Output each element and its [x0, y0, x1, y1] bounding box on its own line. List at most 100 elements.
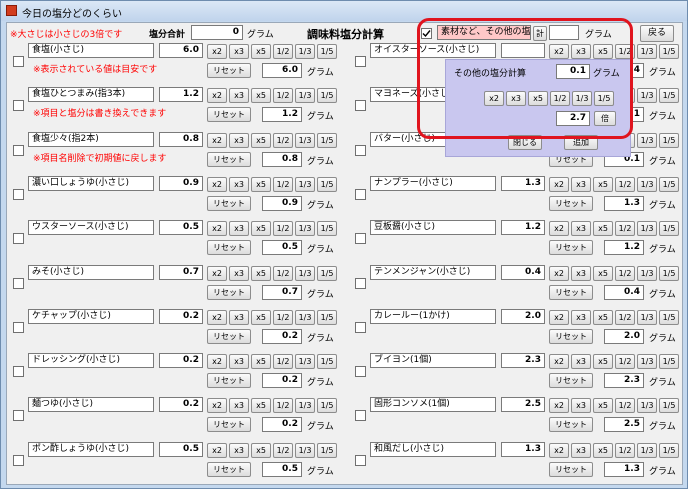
multiplier-button[interactable]: 1/2: [615, 354, 635, 370]
multiplier-button[interactable]: x2: [207, 265, 227, 281]
multiplier-button[interactable]: x2: [207, 221, 227, 237]
right-item-value-field[interactable]: 0.4: [501, 264, 545, 280]
right-item-value-field[interactable]: 2.3: [501, 353, 545, 369]
multiplier-button[interactable]: 1/5: [317, 88, 337, 104]
multiplier-button[interactable]: x5: [251, 442, 271, 458]
multiplier-button[interactable]: x5: [593, 176, 613, 192]
multiplier-button[interactable]: 1/3: [637, 44, 657, 59]
multiplier-button[interactable]: 1/3: [637, 221, 657, 237]
multiplier-button[interactable]: 1/5: [317, 44, 337, 59]
left-item-name-field[interactable]: 食塩少々(指2本): [28, 131, 154, 147]
multiplier-button[interactable]: x5: [593, 309, 613, 325]
left-reset-button[interactable]: リセット: [207, 461, 251, 477]
right-item-checkbox[interactable]: [355, 366, 366, 378]
left-reset-button[interactable]: リセット: [207, 63, 251, 78]
right-reset-button[interactable]: リセット: [549, 284, 593, 300]
multiplier-button[interactable]: 1/5: [317, 398, 337, 414]
multiplier-button[interactable]: 1/3: [295, 176, 315, 192]
multiplier-button[interactable]: 1/2: [273, 88, 293, 104]
left-reset-button[interactable]: リセット: [207, 107, 251, 123]
left-item-value-field[interactable]: 6.0: [159, 43, 203, 58]
left-reset-button[interactable]: リセット: [207, 195, 251, 211]
multiplier-button[interactable]: 1/2: [615, 176, 635, 192]
left-item-checkbox[interactable]: [13, 410, 24, 422]
multiplier-button[interactable]: x3: [229, 265, 249, 281]
left-item-name-field[interactable]: ケチャップ(小さじ): [28, 308, 154, 324]
multiplier-button[interactable]: x3: [571, 265, 591, 281]
multiplier-button[interactable]: 1/5: [317, 265, 337, 281]
multiplier-button[interactable]: 1/3: [637, 176, 657, 192]
multiplier-button[interactable]: 1/5: [659, 221, 679, 237]
multiplier-button[interactable]: x3: [229, 44, 249, 59]
left-item-checkbox[interactable]: [13, 321, 24, 333]
multiplier-button[interactable]: x2: [549, 221, 569, 237]
multiplier-button[interactable]: 1/2: [273, 44, 293, 59]
left-item-value-field[interactable]: 0.2: [159, 397, 203, 413]
back-button[interactable]: 戻る: [640, 25, 674, 42]
right-item-checkbox[interactable]: [355, 56, 366, 67]
multiplier-button[interactable]: x5: [251, 265, 271, 281]
multiplier-button[interactable]: x2: [549, 176, 569, 192]
multiplier-button[interactable]: x2: [207, 309, 227, 325]
left-item-value-field[interactable]: 0.2: [159, 308, 203, 324]
multiplier-button[interactable]: 1/3: [295, 442, 315, 458]
left-item-name-field[interactable]: 食塩(小さじ): [28, 43, 154, 58]
multiplier-button[interactable]: 1/5: [659, 265, 679, 281]
right-item-name-field[interactable]: 固形コンソメ(1個): [370, 397, 496, 413]
multiplier-button[interactable]: 1/2: [273, 176, 293, 192]
multiplier-button[interactable]: x5: [251, 176, 271, 192]
multiplier-button[interactable]: 1/5: [659, 398, 679, 414]
multiplier-button[interactable]: x3: [229, 88, 249, 104]
right-item-value-field[interactable]: 1.3: [501, 175, 545, 191]
left-item-name-field[interactable]: ドレッシング(小さじ): [28, 353, 154, 369]
multiplier-button[interactable]: x2: [549, 398, 569, 414]
multiplier-button[interactable]: x2: [207, 88, 227, 104]
right-item-checkbox[interactable]: [355, 277, 366, 289]
multiplier-button[interactable]: x2: [207, 176, 227, 192]
left-item-checkbox[interactable]: [13, 366, 24, 378]
right-reset-button[interactable]: リセット: [549, 195, 593, 211]
multiplier-button[interactable]: x5: [251, 44, 271, 59]
multiplier-button[interactable]: 1/5: [659, 176, 679, 192]
multiplier-button[interactable]: 1/2: [273, 221, 293, 237]
multiplier-button[interactable]: 1/5: [659, 309, 679, 325]
right-item-name-field[interactable]: ブイヨン(1個): [370, 353, 496, 369]
multiplier-button[interactable]: 1/5: [317, 176, 337, 192]
multiplier-button[interactable]: 1/3: [295, 44, 315, 59]
multiplier-button[interactable]: x2: [549, 442, 569, 458]
left-item-name-field[interactable]: ポン酢しょうゆ(小さじ): [28, 441, 154, 457]
left-reset-button[interactable]: リセット: [207, 373, 251, 389]
multiplier-button[interactable]: x3: [229, 398, 249, 414]
multiplier-button[interactable]: x3: [571, 442, 591, 458]
right-reset-button[interactable]: リセット: [549, 373, 593, 389]
right-reset-button[interactable]: リセット: [549, 328, 593, 344]
multiplier-button[interactable]: x3: [229, 132, 249, 148]
multiplier-button[interactable]: 1/5: [317, 442, 337, 458]
left-item-value-field[interactable]: 0.9: [159, 175, 203, 191]
left-item-value-field[interactable]: 0.5: [159, 441, 203, 457]
left-item-checkbox[interactable]: [13, 454, 24, 466]
right-item-name-field[interactable]: 豆板醤(小さじ): [370, 220, 496, 236]
right-item-checkbox[interactable]: [355, 410, 366, 422]
right-item-checkbox[interactable]: [355, 321, 366, 333]
multiplier-button[interactable]: x2: [549, 309, 569, 325]
multiplier-button[interactable]: 1/5: [659, 132, 679, 148]
right-item-checkbox[interactable]: [355, 144, 366, 156]
multiplier-button[interactable]: x5: [593, 265, 613, 281]
left-item-name-field[interactable]: ウスターソース(小さじ): [28, 220, 154, 236]
right-item-value-field[interactable]: 1.3: [501, 441, 545, 457]
multiplier-button[interactable]: x2: [549, 265, 569, 281]
multiplier-button[interactable]: 1/3: [637, 354, 657, 370]
left-item-value-field[interactable]: 0.2: [159, 353, 203, 369]
multiplier-button[interactable]: 1/3: [295, 88, 315, 104]
multiplier-button[interactable]: x3: [571, 398, 591, 414]
left-reset-button[interactable]: リセット: [207, 240, 251, 256]
right-item-checkbox[interactable]: [355, 188, 366, 200]
multiplier-button[interactable]: x5: [593, 221, 613, 237]
multiplier-button[interactable]: x3: [229, 176, 249, 192]
multiplier-button[interactable]: x3: [571, 221, 591, 237]
multiplier-button[interactable]: 1/3: [637, 265, 657, 281]
multiplier-button[interactable]: 1/5: [659, 442, 679, 458]
multiplier-button[interactable]: 1/3: [295, 354, 315, 370]
right-item-name-field[interactable]: 和風だし(小さじ): [370, 441, 496, 457]
